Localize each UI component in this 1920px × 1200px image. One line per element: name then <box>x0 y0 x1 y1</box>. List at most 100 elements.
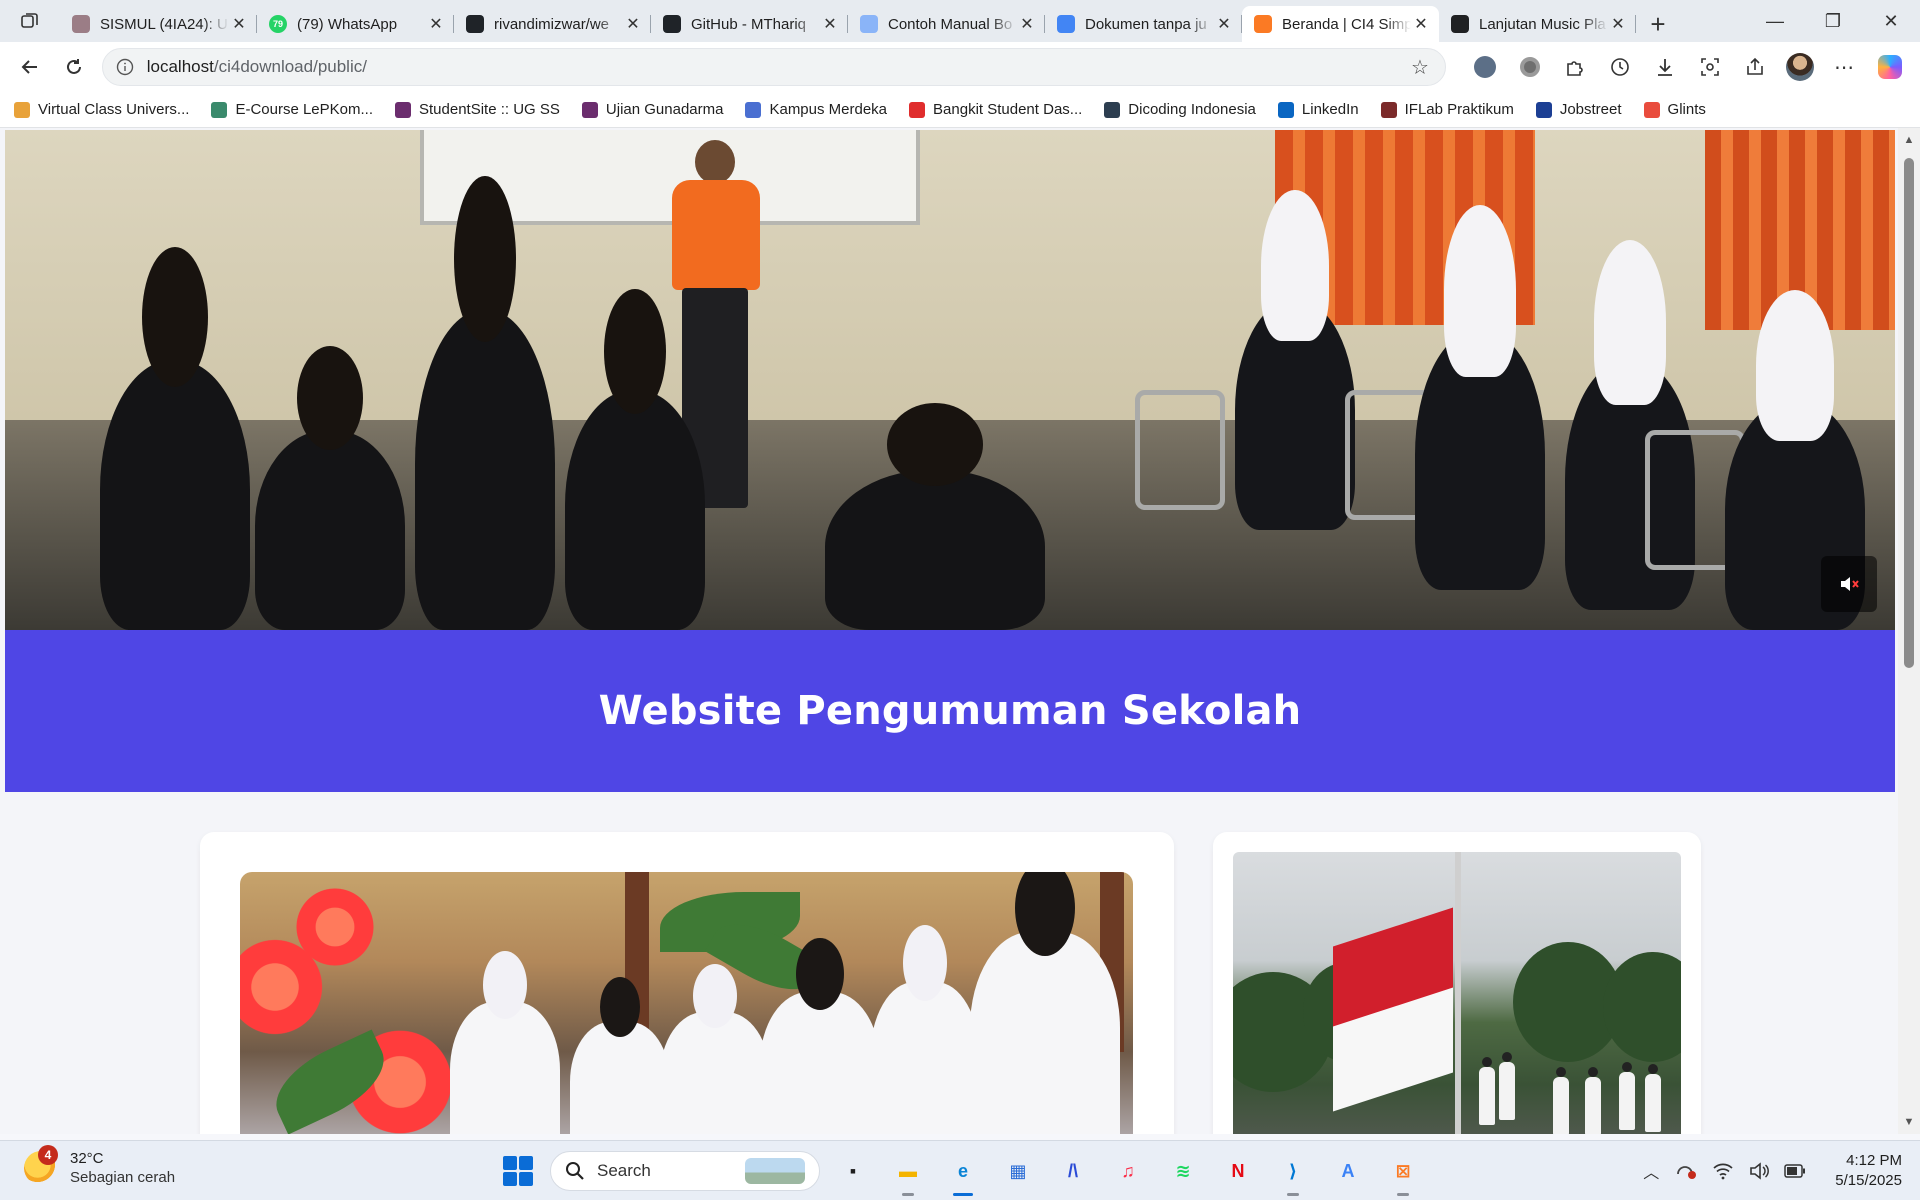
taskbar-app-button[interactable]: ▬ <box>886 1149 930 1196</box>
tab-title: Beranda | CI4 Simp <box>1282 15 1411 33</box>
url-text[interactable]: localhost/ci4download/public/ <box>147 57 1405 77</box>
tab-close-icon[interactable]: ✕ <box>1017 14 1037 34</box>
more-menu-icon[interactable]: ⋯ <box>1822 47 1867 87</box>
bookmark-label: Jobstreet <box>1559 101 1622 118</box>
bookmark-item[interactable]: Glints <box>1643 101 1706 118</box>
bookmark-item[interactable]: Bangkit Student Das... <box>909 101 1082 118</box>
student-figure <box>1235 189 1355 530</box>
bookmark-label: IFLab Praktikum <box>1404 101 1514 118</box>
clock-time: 4:12 PM <box>1846 1152 1902 1169</box>
taskbar-app-button[interactable]: ≋ <box>1161 1149 1205 1193</box>
scroll-down-icon[interactable]: ▼ <box>1903 1116 1915 1128</box>
browser-tab[interactable]: 79 (79) WhatsApp ✕ <box>257 6 454 42</box>
search-highlight-image <box>745 1158 805 1184</box>
restore-button[interactable]: ❐ <box>1804 0 1862 42</box>
share-icon[interactable] <box>1732 47 1777 87</box>
extension-cursor-icon[interactable] <box>1462 47 1507 87</box>
ug-icon <box>581 101 598 118</box>
minimize-button[interactable]: — <box>1746 0 1804 42</box>
browser-tab[interactable]: Lanjutan Music Pla ✕ <box>1439 6 1636 42</box>
bookmark-item[interactable]: LinkedIn <box>1277 101 1359 118</box>
bookmark-item[interactable]: Jobstreet <box>1535 101 1622 118</box>
bookmark-star-icon[interactable]: ☆ <box>1405 55 1435 80</box>
tab-close-icon[interactable]: ✕ <box>426 14 446 34</box>
clock-date: 5/15/2025 <box>1835 1172 1902 1189</box>
ecourse-icon <box>211 101 228 118</box>
new-tab-button[interactable]: + <box>1636 6 1680 42</box>
show-hidden-icons-button[interactable]: ︿ <box>1635 1155 1667 1187</box>
github-favicon <box>663 15 681 33</box>
taskbar-app-button[interactable]: ⊠ <box>1381 1149 1425 1196</box>
taskbar-app-button[interactable]: A <box>1326 1149 1370 1193</box>
taskbar-app-button[interactable]: ⟩ <box>1271 1149 1315 1196</box>
profile-button[interactable] <box>1777 47 1822 87</box>
start-button[interactable] <box>496 1149 540 1193</box>
avatar <box>1785 53 1814 81</box>
bookmark-item[interactable]: Kampus Merdeka <box>745 101 887 118</box>
students-photo <box>240 872 1133 1134</box>
extension-shield-icon[interactable] <box>1507 47 1552 87</box>
tab-close-icon[interactable]: ✕ <box>1608 14 1628 34</box>
browser-tab[interactable]: rivandimizwar/we ✕ <box>454 6 651 42</box>
network-status-icon[interactable] <box>1671 1155 1703 1187</box>
weather-widget[interactable]: 4 32°C Sebagian cerah <box>24 1145 175 1187</box>
browser-tab[interactable]: Dokumen tanpa ju ✕ <box>1045 6 1242 42</box>
bookmark-item[interactable]: StudentSite :: UG SS <box>395 101 560 118</box>
clock[interactable]: 4:12 PM 5/15/2025 <box>1835 1151 1902 1191</box>
url-path: /ci4download/public/ <box>213 57 367 76</box>
volume-icon[interactable] <box>1743 1155 1775 1187</box>
announcement-card[interactable] <box>200 832 1174 1134</box>
browser-tab[interactable]: Beranda | CI4 Simp ✕ <box>1242 6 1439 42</box>
download-icon[interactable] <box>1642 47 1687 87</box>
tab-close-icon[interactable]: ✕ <box>820 14 840 34</box>
tab-close-icon[interactable]: ✕ <box>229 14 249 34</box>
browser-tab[interactable]: Contoh Manual Bo ✕ <box>848 6 1045 42</box>
taskbar-app-button[interactable]: e <box>941 1149 985 1196</box>
taskbar-app-button[interactable]: /\ <box>1051 1149 1095 1193</box>
scrollbar-thumb[interactable] <box>1904 158 1914 668</box>
back-button[interactable] <box>8 47 52 87</box>
taskbar-app-button[interactable]: ▪ <box>831 1149 875 1193</box>
announcement-card[interactable] <box>1213 832 1701 1134</box>
dicoding-icon <box>1104 101 1121 118</box>
hero-video[interactable] <box>5 130 1895 630</box>
tab-actions-button[interactable] <box>0 0 60 42</box>
bookmark-item[interactable]: Virtual Class Univers... <box>14 101 189 118</box>
extensions-puzzle-icon[interactable] <box>1552 47 1597 87</box>
screenshot-icon[interactable] <box>1687 47 1732 87</box>
bookmark-item[interactable]: Ujian Gunadarma <box>581 101 723 118</box>
page-scrollbar[interactable]: ▲ ▼ <box>1898 128 1920 1134</box>
xampp-icon: ⊠ <box>1395 1160 1411 1181</box>
mute-button[interactable] <box>1821 556 1877 612</box>
tab-close-icon[interactable]: ✕ <box>1214 14 1234 34</box>
battery-icon[interactable] <box>1779 1155 1811 1187</box>
taskbar-app-button[interactable]: ♫ <box>1106 1149 1150 1193</box>
taskbar-search[interactable]: Search <box>550 1151 820 1191</box>
netflix-icon: N <box>1231 1160 1245 1181</box>
tab-close-icon[interactable]: ✕ <box>1411 14 1431 34</box>
wifi-icon[interactable] <box>1707 1155 1739 1187</box>
sismul-favicon <box>72 15 90 33</box>
back-arrow-icon <box>21 60 37 74</box>
taskbar-app-button[interactable]: N <box>1216 1149 1260 1193</box>
tab-close-icon[interactable]: ✕ <box>623 14 643 34</box>
scroll-up-icon[interactable]: ▲ <box>1903 134 1915 146</box>
bookmark-item[interactable]: E-Course LePKom... <box>211 101 373 118</box>
tab-title: Lanjutan Music Pla <box>1479 15 1606 33</box>
copilot-icon[interactable] <box>1867 47 1912 87</box>
url-host: localhost <box>146 57 214 76</box>
browser-tab[interactable]: SISMUL (4IA24): U ✕ <box>60 6 257 42</box>
taskbar-apps: Search ▪ ▬ e ▦ /\ ♫ ≋ N ⟩ A ⊠ <box>496 1147 1425 1196</box>
bookmark-item[interactable]: IFLab Praktikum <box>1380 101 1514 118</box>
browser-tab[interactable]: GitHub - MThariq ✕ <box>651 6 848 42</box>
bookmark-item[interactable]: Dicoding Indonesia <box>1104 101 1256 118</box>
address-bar[interactable]: localhost/ci4download/public/ ☆ <box>101 48 1446 86</box>
close-window-button[interactable]: ✕ <box>1862 0 1920 42</box>
glints-icon <box>1643 101 1660 118</box>
whatsapp-favicon: 79 <box>269 15 287 33</box>
taskbar-app-button[interactable]: ▦ <box>996 1149 1040 1193</box>
site-info-icon[interactable] <box>113 55 137 79</box>
history-icon[interactable] <box>1597 47 1642 87</box>
reload-button[interactable] <box>52 47 96 87</box>
tab-title: rivandimizwar/we <box>494 15 610 33</box>
